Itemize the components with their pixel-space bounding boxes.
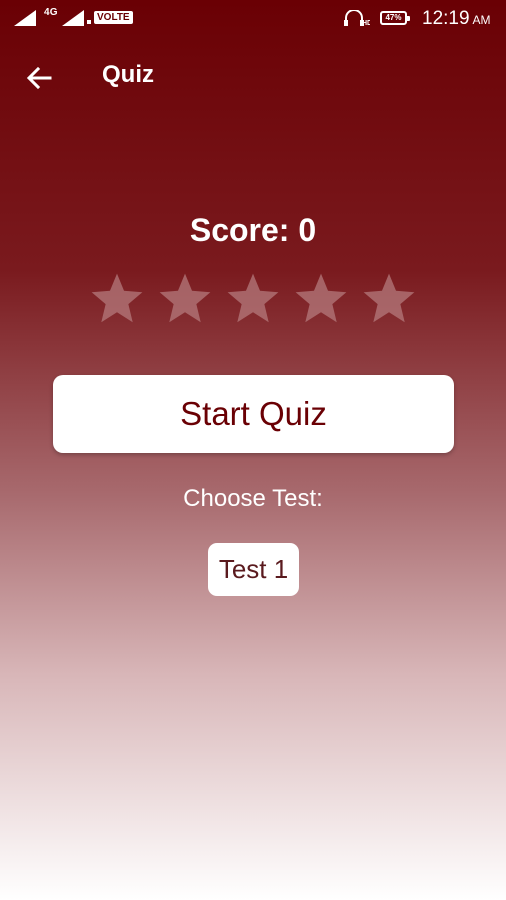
network-type-label: 4G [44,7,58,18]
arrow-back-icon [20,66,60,102]
choose-test-label: Choose Test: [183,485,323,512]
star-icon [224,270,282,330]
status-bar: 4G VOLTE HD 47% 12:19 AM [0,0,506,36]
star-icon [88,270,146,330]
volte-badge: VOLTE [94,11,133,24]
app-bar: Quiz [0,48,506,104]
signal-icon [14,10,38,26]
hd-headset-icon: HD [344,9,372,31]
signal-icon-2 [62,10,86,26]
score-label: Score: 0 [189,212,317,248]
battery-icon: 47% [380,11,410,25]
star-icon [292,270,350,330]
star-icon [360,270,418,330]
battery-level: 47% [385,13,402,22]
test-1-button[interactable]: Test 1 [208,543,299,596]
clock-ampm: AM [472,13,491,27]
star-rating [88,270,418,330]
page-title: Quiz [102,61,154,88]
star-icon [156,270,214,330]
dot-icon [87,20,91,24]
svg-text:HD: HD [362,20,370,26]
start-quiz-button[interactable]: Start Quiz [53,375,454,453]
clock: 12:19 AM [422,8,491,30]
clock-time: 12:19 [422,8,470,29]
back-button[interactable] [20,58,60,98]
